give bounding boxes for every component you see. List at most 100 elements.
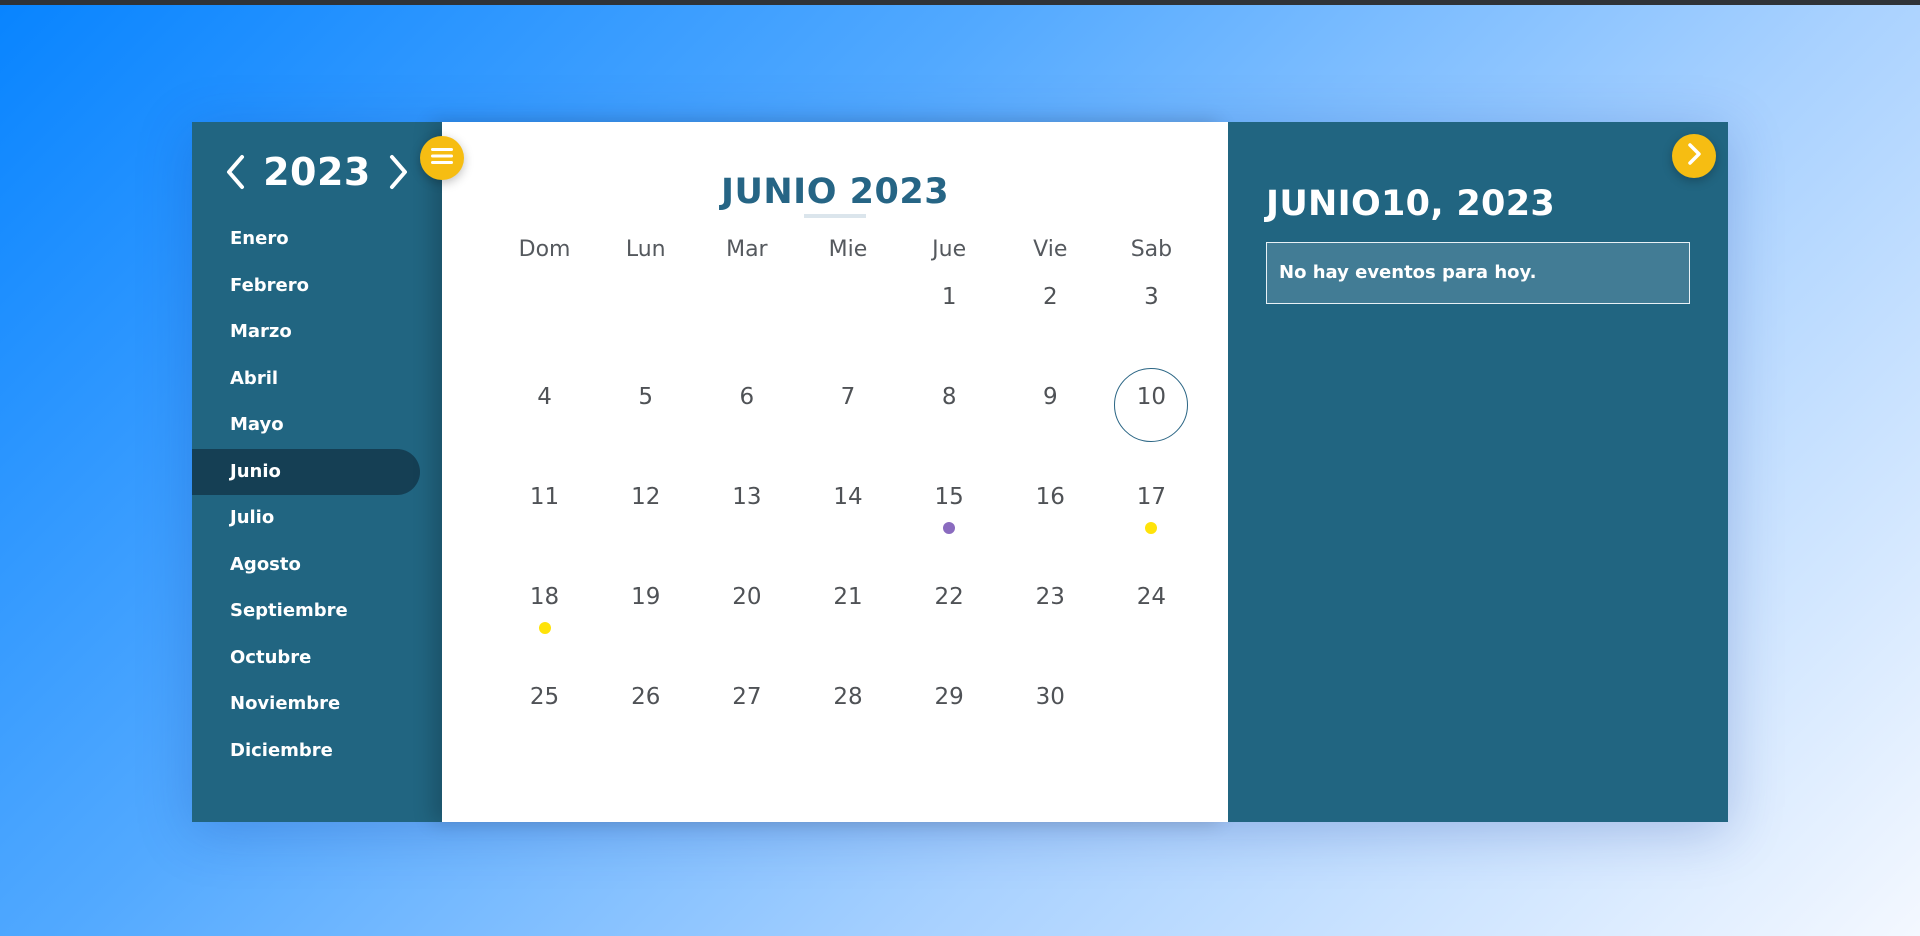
day-number: 1 [941, 284, 957, 310]
empty-day-cell [797, 272, 898, 372]
month-item-mayo[interactable]: Mayo [192, 402, 420, 449]
day-cell[interactable]: 29 [899, 672, 1000, 772]
day-number: 19 [631, 584, 661, 610]
month-item-junio[interactable]: Junio [192, 448, 420, 495]
day-number: 14 [833, 484, 863, 510]
day-number: 6 [739, 384, 755, 410]
month-item-agosto[interactable]: Agosto [192, 542, 420, 589]
day-cell[interactable]: 5 [595, 372, 696, 472]
year-label: 2023 [263, 150, 371, 194]
weekday-header: Dom Lun Mar Mie Jue Vie Sab [494, 230, 1202, 270]
day-number: 3 [1144, 284, 1159, 310]
day-number: 9 [1042, 384, 1058, 410]
day-cell[interactable]: 15 [899, 472, 1000, 572]
day-number: 4 [537, 384, 552, 410]
browser-top-bar [0, 0, 1920, 5]
day-cell[interactable]: 23 [1000, 572, 1101, 672]
day-cell[interactable]: 11 [494, 472, 595, 572]
empty-day-cell [494, 272, 595, 372]
selected-date-heading: JUNIO10, 2023 [1266, 184, 1556, 224]
day-cell[interactable]: 28 [797, 672, 898, 772]
events-empty-message: No hay eventos para hoy. [1266, 242, 1690, 304]
chevron-right-icon[interactable] [385, 152, 413, 192]
month-item-septiembre[interactable]: Septiembre [192, 588, 420, 635]
month-item-julio[interactable]: Julio [192, 495, 420, 542]
month-item-noviembre[interactable]: Noviembre [192, 681, 420, 728]
weekday-label: Dom [518, 237, 571, 262]
day-cell[interactable]: 4 [494, 372, 595, 472]
menu-button[interactable] [420, 136, 464, 180]
day-cell[interactable]: 19 [595, 572, 696, 672]
day-cell[interactable]: 9 [1000, 372, 1101, 472]
day-cell[interactable]: 12 [595, 472, 696, 572]
day-number: 5 [638, 384, 654, 410]
event-marker-dot [1145, 522, 1158, 534]
day-cell[interactable]: 7 [797, 372, 898, 472]
chevron-left-icon[interactable] [221, 152, 249, 192]
day-number: 8 [941, 384, 957, 410]
day-cell[interactable]: 21 [797, 572, 898, 672]
day-number: 10 [1136, 384, 1167, 410]
day-cell[interactable]: 3 [1101, 272, 1202, 372]
day-cell[interactable]: 1 [899, 272, 1000, 372]
day-number: 11 [529, 484, 560, 510]
day-number: 24 [1136, 584, 1167, 610]
day-number: 13 [732, 484, 762, 510]
events-panel: JUNIO10, 2023 No hay eventos para hoy. [1228, 122, 1728, 822]
month-item-diciembre[interactable]: Diciembre [192, 728, 420, 775]
weekday-label: Jue [932, 237, 967, 262]
weekday-label: Sab [1130, 237, 1173, 262]
month-calendar: JUNIO 2023 Dom Lun Mar Mie Jue Vie Sab 1234567… [442, 122, 1228, 822]
empty-day-cell [595, 272, 696, 372]
day-cell[interactable]: 27 [696, 672, 797, 772]
year-selector: 2023 [192, 144, 442, 200]
day-number: 16 [1035, 484, 1065, 510]
day-cell[interactable]: 6 [696, 372, 797, 472]
day-number: 28 [833, 684, 863, 710]
day-number: 21 [833, 584, 863, 610]
title-underline [804, 214, 866, 218]
day-cell[interactable]: 18 [494, 572, 595, 672]
day-number: 12 [631, 484, 661, 510]
day-cell[interactable]: 22 [899, 572, 1000, 672]
next-button[interactable] [1672, 134, 1716, 178]
day-number: 29 [934, 684, 964, 710]
month-list: Enero Febrero Marzo Abril Mayo Junio Julio Agos… [192, 216, 442, 774]
day-cell[interactable]: 20 [696, 572, 797, 672]
day-number: 7 [840, 384, 856, 410]
day-cell[interactable]: 16 [1000, 472, 1101, 572]
month-item-febrero[interactable]: Febrero [192, 263, 420, 310]
day-cell[interactable]: 17 [1101, 472, 1202, 572]
day-cell[interactable]: 8 [899, 372, 1000, 472]
months-sidebar: 2023 Enero Febrero Marzo Abril Mayo Junio Juli… [192, 122, 464, 822]
day-cell[interactable]: 25 [494, 672, 595, 772]
weekday-label: Mar [726, 237, 768, 262]
hamburger-menu-icon [431, 147, 453, 169]
weekday-label: Mie [828, 237, 868, 262]
empty-day-cell [696, 272, 797, 372]
day-cell[interactable]: 2 [1000, 272, 1101, 372]
day-number: 18 [529, 584, 560, 610]
day-cell[interactable]: 13 [696, 472, 797, 572]
day-number: 22 [934, 584, 964, 610]
chevron-right-icon [1686, 142, 1702, 170]
day-cell[interactable]: 24 [1101, 572, 1202, 672]
month-item-abril[interactable]: Abril [192, 356, 420, 403]
month-item-marzo[interactable]: Marzo [192, 309, 420, 356]
day-number: 15 [934, 484, 964, 510]
day-number: 23 [1035, 584, 1065, 610]
day-number: 27 [732, 684, 762, 710]
day-cell[interactable]: 14 [797, 472, 898, 572]
weekday-label: Vie [1033, 237, 1068, 262]
day-grid: 1 2 3 4 5 6 7 8 9 10 11 12 13 14 15 16 17 18 19 20 21 22 23 24 2… [494, 272, 1202, 772]
month-item-octubre[interactable]: Octubre [192, 635, 420, 682]
calendar-title: JUNIO 2023 [720, 172, 950, 212]
day-cell-selected[interactable]: 10 [1101, 368, 1202, 472]
day-number: 17 [1136, 484, 1167, 510]
calendar-app: 2023 Enero Febrero Marzo Abril Mayo Junio Juli… [192, 122, 1728, 822]
day-number: 26 [631, 684, 661, 710]
day-cell[interactable]: 30 [1000, 672, 1101, 772]
month-item-enero[interactable]: Enero [192, 216, 420, 263]
day-cell[interactable]: 26 [595, 672, 696, 772]
day-number: 2 [1042, 284, 1058, 310]
